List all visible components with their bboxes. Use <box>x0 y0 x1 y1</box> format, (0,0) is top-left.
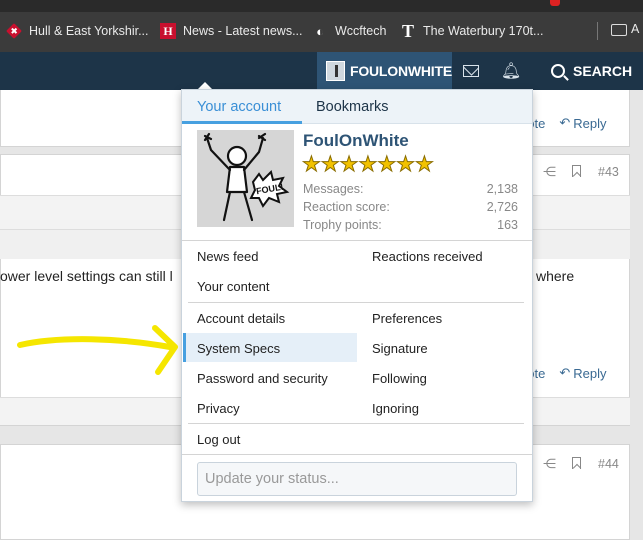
stat-label: Reaction score: <box>303 200 390 214</box>
menu-link-account-details[interactable]: Account details <box>197 311 285 326</box>
tab-bookmarks[interactable]: Bookmarks <box>316 99 389 115</box>
h-news-icon: H <box>160 23 176 39</box>
divider <box>188 302 524 303</box>
bookmark-hull[interactable]: ✚ Hull & East Yorkshir... <box>6 21 149 41</box>
alerts-button[interactable]: 🔔︎ <box>492 52 530 90</box>
menu-link-system-specs[interactable]: System Specs <box>197 341 280 356</box>
star-rating: ★ ★ ★ ★ ★ ★ ★ <box>302 153 435 176</box>
star-icon: ★ <box>320 153 340 176</box>
menu-link-following[interactable]: Following <box>372 371 427 386</box>
share-icon[interactable]: ⋲ <box>543 164 556 180</box>
reply-icon: ↶ <box>559 115 571 130</box>
post-number[interactable]: #43 <box>598 165 619 179</box>
star-icon: ★ <box>414 153 434 176</box>
menu-link-reactions-received[interactable]: Reactions received <box>372 249 483 264</box>
account-menu: Your account Bookmarks FOUL! FoulOnWhite… <box>181 89 533 502</box>
status-input[interactable] <box>197 462 517 496</box>
stat-label: Messages: <box>303 182 364 196</box>
page-gutter <box>630 90 643 540</box>
bookmark-label: Wccftech <box>335 24 387 38</box>
bookmark-icon[interactable] <box>572 165 581 177</box>
divider <box>182 240 532 241</box>
inbox-button[interactable] <box>452 52 490 90</box>
menu-tabs: Your account Bookmarks <box>182 90 532 124</box>
menu-link-signature[interactable]: Signature <box>372 341 428 356</box>
bookmark-label: News - Latest news... <box>183 24 303 38</box>
stat-label: Trophy points: <box>303 218 382 232</box>
menu-link-your-content[interactable]: Your content <box>197 279 270 294</box>
menu-link-password-security[interactable]: Password and security <box>197 371 328 386</box>
forum-navbar: FOULONWHITE 🔔︎ SEARCH <box>0 52 643 90</box>
star-icon: ★ <box>377 153 397 176</box>
menu-link-privacy[interactable]: Privacy <box>197 401 240 416</box>
search-icon <box>551 64 565 78</box>
profile-avatar[interactable]: FOUL! <box>197 130 294 227</box>
stat-trophy-points: Trophy points: 163 <box>303 218 518 232</box>
menu-link-preferences[interactable]: Preferences <box>372 311 442 326</box>
bookmark-folder-label[interactable]: A <box>631 22 639 36</box>
reply-icon: ↶ <box>559 365 571 380</box>
divider <box>188 423 524 424</box>
bookmark-news[interactable]: H News - Latest news... <box>160 21 303 41</box>
star-icon: ★ <box>358 153 378 176</box>
stat-value[interactable]: 163 <box>497 218 518 232</box>
wccftech-icon: ◐ <box>316 23 324 39</box>
menu-link-ignoring[interactable]: Ignoring <box>372 401 419 416</box>
bookmarks-bar: ✚ Hull & East Yorkshir... H News - Lates… <box>0 0 643 52</box>
t-icon: T <box>401 20 414 41</box>
share-icon[interactable]: ⋲ <box>543 456 556 472</box>
foul-figure-icon <box>197 130 294 227</box>
bookmark-icon[interactable] <box>572 457 581 469</box>
menu-link-news-feed[interactable]: News feed <box>197 249 258 264</box>
nav-username: FOULONWHITE <box>349 63 452 79</box>
stat-value[interactable]: 2,726 <box>487 200 518 214</box>
account-menu-trigger[interactable]: FOULONWHITE <box>317 52 452 90</box>
bookmark-separator <box>597 22 598 40</box>
tab-your-account[interactable]: Your account <box>197 99 281 115</box>
bookmark-label: The Waterbury 170t... <box>423 24 544 38</box>
post-body-text: where <box>536 268 575 284</box>
folder-icon[interactable] <box>611 24 627 36</box>
tab-indicator <box>550 0 560 6</box>
avatar <box>326 61 345 81</box>
hull-live-icon: ✚ <box>6 23 22 39</box>
star-icon: ★ <box>339 153 359 176</box>
stat-value[interactable]: 2,138 <box>487 182 518 196</box>
reply-link[interactable]: Reply <box>573 366 606 381</box>
bookmark-waterbury[interactable]: T The Waterbury 170t... <box>400 21 543 41</box>
stat-reaction-score: Reaction score: 2,726 <box>303 200 518 214</box>
tab-strip <box>0 0 643 12</box>
search-label: SEARCH <box>573 63 633 79</box>
logout-link[interactable]: Log out <box>197 432 240 447</box>
stat-messages: Messages: 2,138 <box>303 182 518 196</box>
divider <box>182 454 532 455</box>
post-body-text: ower level settings can still l <box>0 268 173 284</box>
profile-name[interactable]: FoulOnWhite <box>303 131 409 151</box>
bookmark-wccftech[interactable]: ◐ Wccftech <box>312 21 386 41</box>
star-icon: ★ <box>302 153 322 176</box>
active-tab-underline <box>182 121 302 124</box>
post-number[interactable]: #44 <box>598 457 619 471</box>
search-button[interactable]: SEARCH <box>551 52 632 90</box>
bell-icon: 🔔︎ <box>500 63 522 80</box>
reply-link[interactable]: Reply <box>573 116 606 131</box>
bookmark-label: Hull & East Yorkshir... <box>29 24 149 38</box>
star-icon: ★ <box>396 153 416 176</box>
envelope-icon <box>463 65 479 77</box>
